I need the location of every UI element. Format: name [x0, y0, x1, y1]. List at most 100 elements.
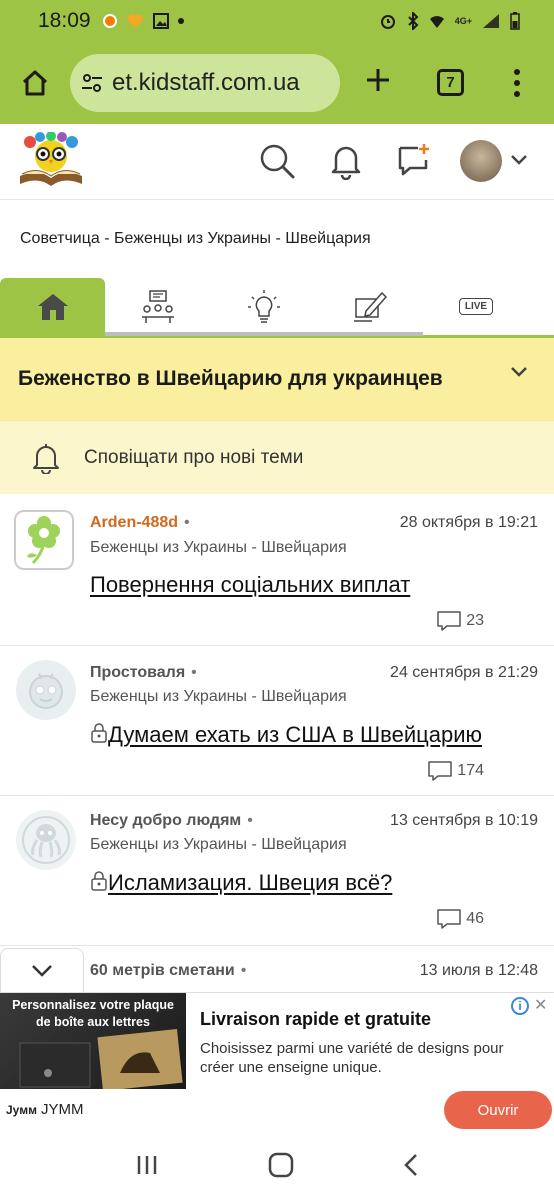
post-date: 13 сентября в 10:19 — [390, 812, 538, 829]
search-icon[interactable] — [258, 142, 296, 180]
live-badge-icon: LIVE — [458, 298, 494, 315]
back-icon[interactable] — [403, 1153, 419, 1177]
more-vertical-icon — [514, 69, 520, 97]
more-notifications-dot — [177, 18, 184, 24]
section-tabs: LIVE — [0, 278, 554, 338]
comment-count[interactable]: 174 — [427, 760, 484, 782]
post-title[interactable]: Думаем ехать из США в Швейцарию — [108, 722, 482, 747]
plus-icon — [367, 69, 389, 91]
post-category[interactable]: Беженцы из Украины - Швейцария — [90, 836, 347, 854]
ad-banner[interactable]: Personnalisez votre plaque de boîte aux … — [0, 992, 554, 1130]
comment-count-value: 23 — [466, 612, 484, 629]
separator-dot: • — [184, 514, 190, 531]
list-item: Arden-488d • 28 октября в 19:21 Беженцы и… — [0, 494, 554, 646]
author-name[interactable]: 60 метрів сметани — [90, 962, 235, 979]
octopus-avatar-icon — [22, 816, 70, 864]
author-name[interactable]: Несу добро людям — [90, 812, 241, 829]
signal-icon — [483, 14, 499, 28]
ad-image[interactable]: Personnalisez votre plaque de boîte aux … — [0, 993, 186, 1089]
ad-info-icon[interactable]: i — [511, 997, 529, 1015]
site-logo[interactable] — [18, 131, 84, 193]
list-item: Несу добро людям • 13 сентября в 10:19 Бе… — [0, 796, 554, 946]
house-icon — [37, 293, 68, 320]
comment-count[interactable]: 23 — [436, 610, 484, 632]
image-notification-icon — [152, 13, 169, 29]
notify-new-topics-button[interactable]: Сповіщати про нові теми — [0, 420, 554, 494]
breadcrumb[interactable]: Советчица - Беженцы из Украины - Швейцар… — [20, 230, 371, 248]
lock-icon — [91, 723, 107, 743]
edit-pencil-icon — [354, 291, 388, 322]
tab-write[interactable] — [317, 278, 423, 336]
post-date: 28 октября в 19:21 — [399, 514, 538, 531]
ad-brand-name: JYMM — [40, 1101, 84, 1118]
ad-open-button[interactable]: Ouvrir — [444, 1091, 552, 1129]
alien-avatar-icon — [29, 673, 63, 709]
avatar[interactable] — [16, 810, 76, 870]
mailbox-plaque-icon — [19, 1028, 183, 1089]
comment-bubble-icon — [428, 761, 453, 781]
lock-icon — [91, 871, 107, 891]
community-table-icon — [142, 289, 174, 323]
tab-live[interactable]: LIVE — [423, 278, 529, 335]
site-header — [0, 124, 554, 200]
network-type-label: 4G+ — [454, 16, 472, 26]
system-navigation-bar — [0, 1130, 554, 1200]
flower-avatar-icon — [27, 516, 60, 565]
post-author-line: 60 метрів сметани • — [90, 962, 246, 980]
browser-menu-button[interactable] — [512, 68, 522, 103]
tab-home[interactable] — [0, 278, 105, 335]
tab-ideas[interactable] — [211, 278, 317, 336]
site-settings-icon[interactable] — [80, 71, 104, 95]
comment-count-value: 174 — [457, 762, 484, 779]
post-category[interactable]: Беженцы из Украины - Швейцария — [90, 539, 347, 557]
lightbulb-icon — [248, 289, 280, 323]
post-category[interactable]: Беженцы из Украины - Швейцария — [90, 688, 347, 706]
battery-icon — [510, 12, 520, 30]
comment-count[interactable]: 46 — [436, 908, 484, 930]
bell-icon — [33, 443, 59, 474]
post-date: 24 сентября в 21:29 — [390, 664, 538, 681]
separator-dot: • — [247, 812, 253, 829]
ad-brand-logo: Jумм — [6, 1103, 37, 1117]
status-bar: 18:09 4G+ — [0, 0, 554, 42]
post-author-line: Простоваля • — [90, 664, 197, 682]
new-message-icon[interactable] — [396, 142, 434, 180]
user-avatar[interactable] — [460, 140, 502, 182]
browser-home-button[interactable] — [0, 68, 70, 98]
list-item: Простоваля • 24 сентября в 21:29 Беженцы … — [0, 646, 554, 796]
author-name[interactable]: Простоваля — [90, 664, 185, 681]
avatar[interactable] — [14, 510, 74, 570]
browser-toolbar: et.kidstaff.com.ua 7 — [0, 42, 554, 124]
notifications-bell-icon[interactable] — [330, 142, 362, 180]
url-text[interactable]: et.kidstaff.com.ua — [112, 69, 300, 97]
post-title-row: Думаем ехать из США в Швейцарию — [90, 722, 482, 748]
ad-title[interactable]: Livraison rapide et gratuite — [200, 1009, 431, 1030]
separator-dot: • — [240, 962, 247, 979]
ad-close-icon[interactable]: ✕ — [534, 995, 547, 1015]
bluetooth-icon — [408, 12, 419, 30]
collapse-ad-button[interactable] — [0, 948, 84, 992]
post-title-row: Исламизация. Швеция всё? — [90, 870, 392, 896]
home-icon — [22, 70, 48, 96]
heart-notification-icon — [126, 14, 143, 28]
topic-title: Беженство в Швейцарию для украинцев — [18, 367, 443, 390]
chevron-down-icon[interactable] — [510, 154, 528, 166]
author-name[interactable]: Arden-488d — [90, 514, 178, 531]
ad-brand[interactable]: Jумм JYMM — [6, 1101, 83, 1118]
expand-chevron-icon[interactable] — [510, 366, 528, 378]
tab-community[interactable] — [105, 278, 211, 336]
comment-bubble-icon — [437, 611, 461, 631]
home-nav-icon[interactable] — [268, 1152, 294, 1178]
tab-switcher-button[interactable]: 7 — [437, 69, 464, 96]
new-tab-button[interactable] — [364, 66, 392, 99]
post-title[interactable]: Повернення соціальних виплат — [90, 572, 410, 598]
post-title[interactable]: Исламизация. Швеция всё? — [108, 870, 392, 895]
topic-header[interactable]: Беженство в Швейцарию для украинцев — [0, 338, 554, 420]
address-bar[interactable]: et.kidstaff.com.ua — [70, 54, 340, 112]
avatar[interactable] — [16, 660, 76, 720]
comment-count-value: 46 — [466, 910, 484, 927]
chevron-down-icon — [32, 964, 52, 977]
separator-dot: • — [191, 664, 197, 681]
post-date: 13 июля в 12:48 — [419, 962, 538, 979]
recent-apps-icon[interactable] — [135, 1153, 159, 1177]
